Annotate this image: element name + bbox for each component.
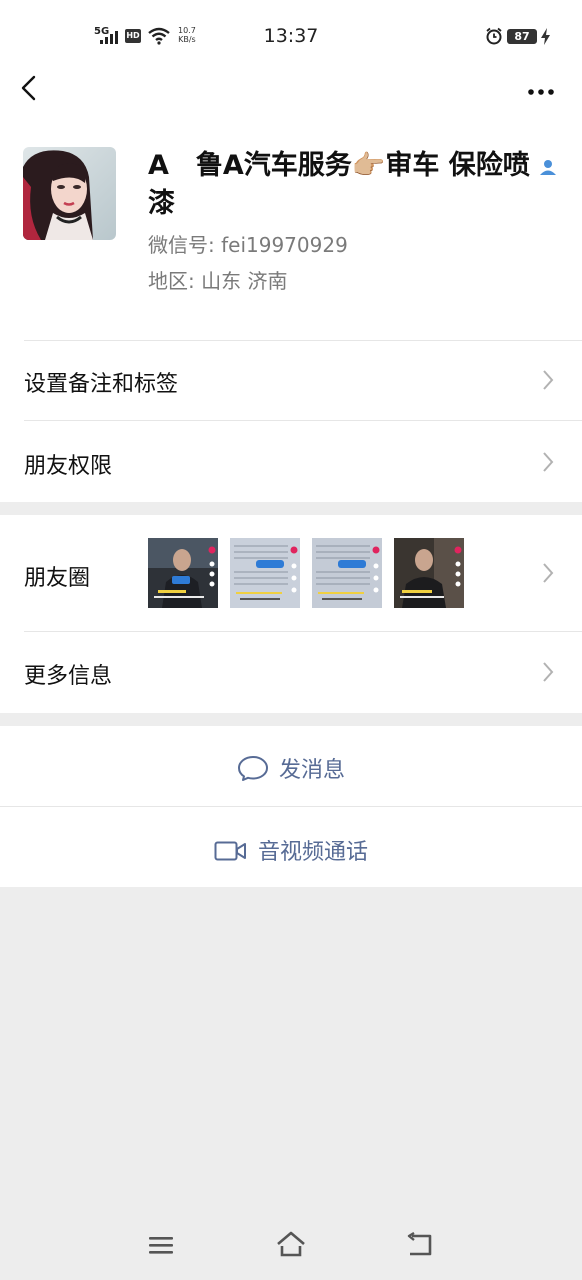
- send-message-button[interactable]: 发消息: [0, 726, 582, 806]
- moments-row[interactable]: 朋友圈: [0, 515, 582, 631]
- back-nav-icon[interactable]: [404, 1232, 434, 1258]
- contact-person-icon: [540, 160, 556, 175]
- divider: [24, 420, 582, 421]
- profile-header: A 鲁A汽车服务👉🏼审车 保险喷漆 微信号: fei19970929 地区: 山…: [0, 130, 582, 340]
- status-bar: 5G HD 10.7 KB/s 13:37 87: [0, 0, 582, 74]
- friend-permission-row[interactable]: 朋友权限: [0, 420, 582, 502]
- moments-thumbnail[interactable]: [148, 538, 218, 608]
- chevron-right-icon: [543, 662, 554, 682]
- divider: [0, 806, 582, 807]
- moments-label: 朋友圈: [24, 566, 91, 591]
- video-camera-icon: [214, 841, 246, 861]
- more-options-icon[interactable]: [526, 78, 558, 98]
- battery-level: 87: [507, 29, 537, 44]
- alarm-icon: [486, 27, 502, 45]
- divider: [24, 340, 582, 341]
- avatar[interactable]: [23, 147, 116, 240]
- more-info-label: 更多信息: [24, 664, 113, 689]
- divider: [24, 631, 582, 632]
- video-call-button[interactable]: 音视频通话: [0, 806, 582, 887]
- menu-icon[interactable]: [148, 1234, 174, 1256]
- friend-permission-label: 朋友权限: [24, 454, 113, 479]
- send-message-content: 发消息: [0, 752, 582, 784]
- moments-thumbnail[interactable]: [230, 538, 300, 608]
- chat-bubble-icon: [237, 756, 268, 781]
- moments-thumbnail[interactable]: [312, 538, 382, 608]
- home-icon[interactable]: [275, 1230, 307, 1258]
- wechat-id: 微信号: fei19970929: [148, 233, 348, 257]
- system-nav-bar: [0, 1210, 582, 1280]
- contact-name: A 鲁A汽车服务👉🏼审车 保险喷漆: [148, 150, 530, 219]
- send-message-label: 发消息: [278, 758, 345, 783]
- video-call-content: 音视频通话: [0, 834, 582, 866]
- back-icon[interactable]: [18, 74, 42, 104]
- chevron-right-icon: [543, 370, 554, 390]
- chevron-right-icon: [543, 563, 554, 583]
- video-call-label: 音视频通话: [257, 840, 368, 865]
- chevron-right-icon: [543, 452, 554, 472]
- remark-tags-row[interactable]: 设置备注和标签: [0, 340, 582, 420]
- remark-tags-label: 设置备注和标签: [24, 372, 179, 397]
- moments-thumbnail[interactable]: [394, 538, 464, 608]
- more-info-row[interactable]: 更多信息: [0, 631, 582, 713]
- region: 地区: 山东 济南: [148, 269, 288, 293]
- top-nav: [0, 74, 582, 130]
- charging-icon: [541, 28, 550, 45]
